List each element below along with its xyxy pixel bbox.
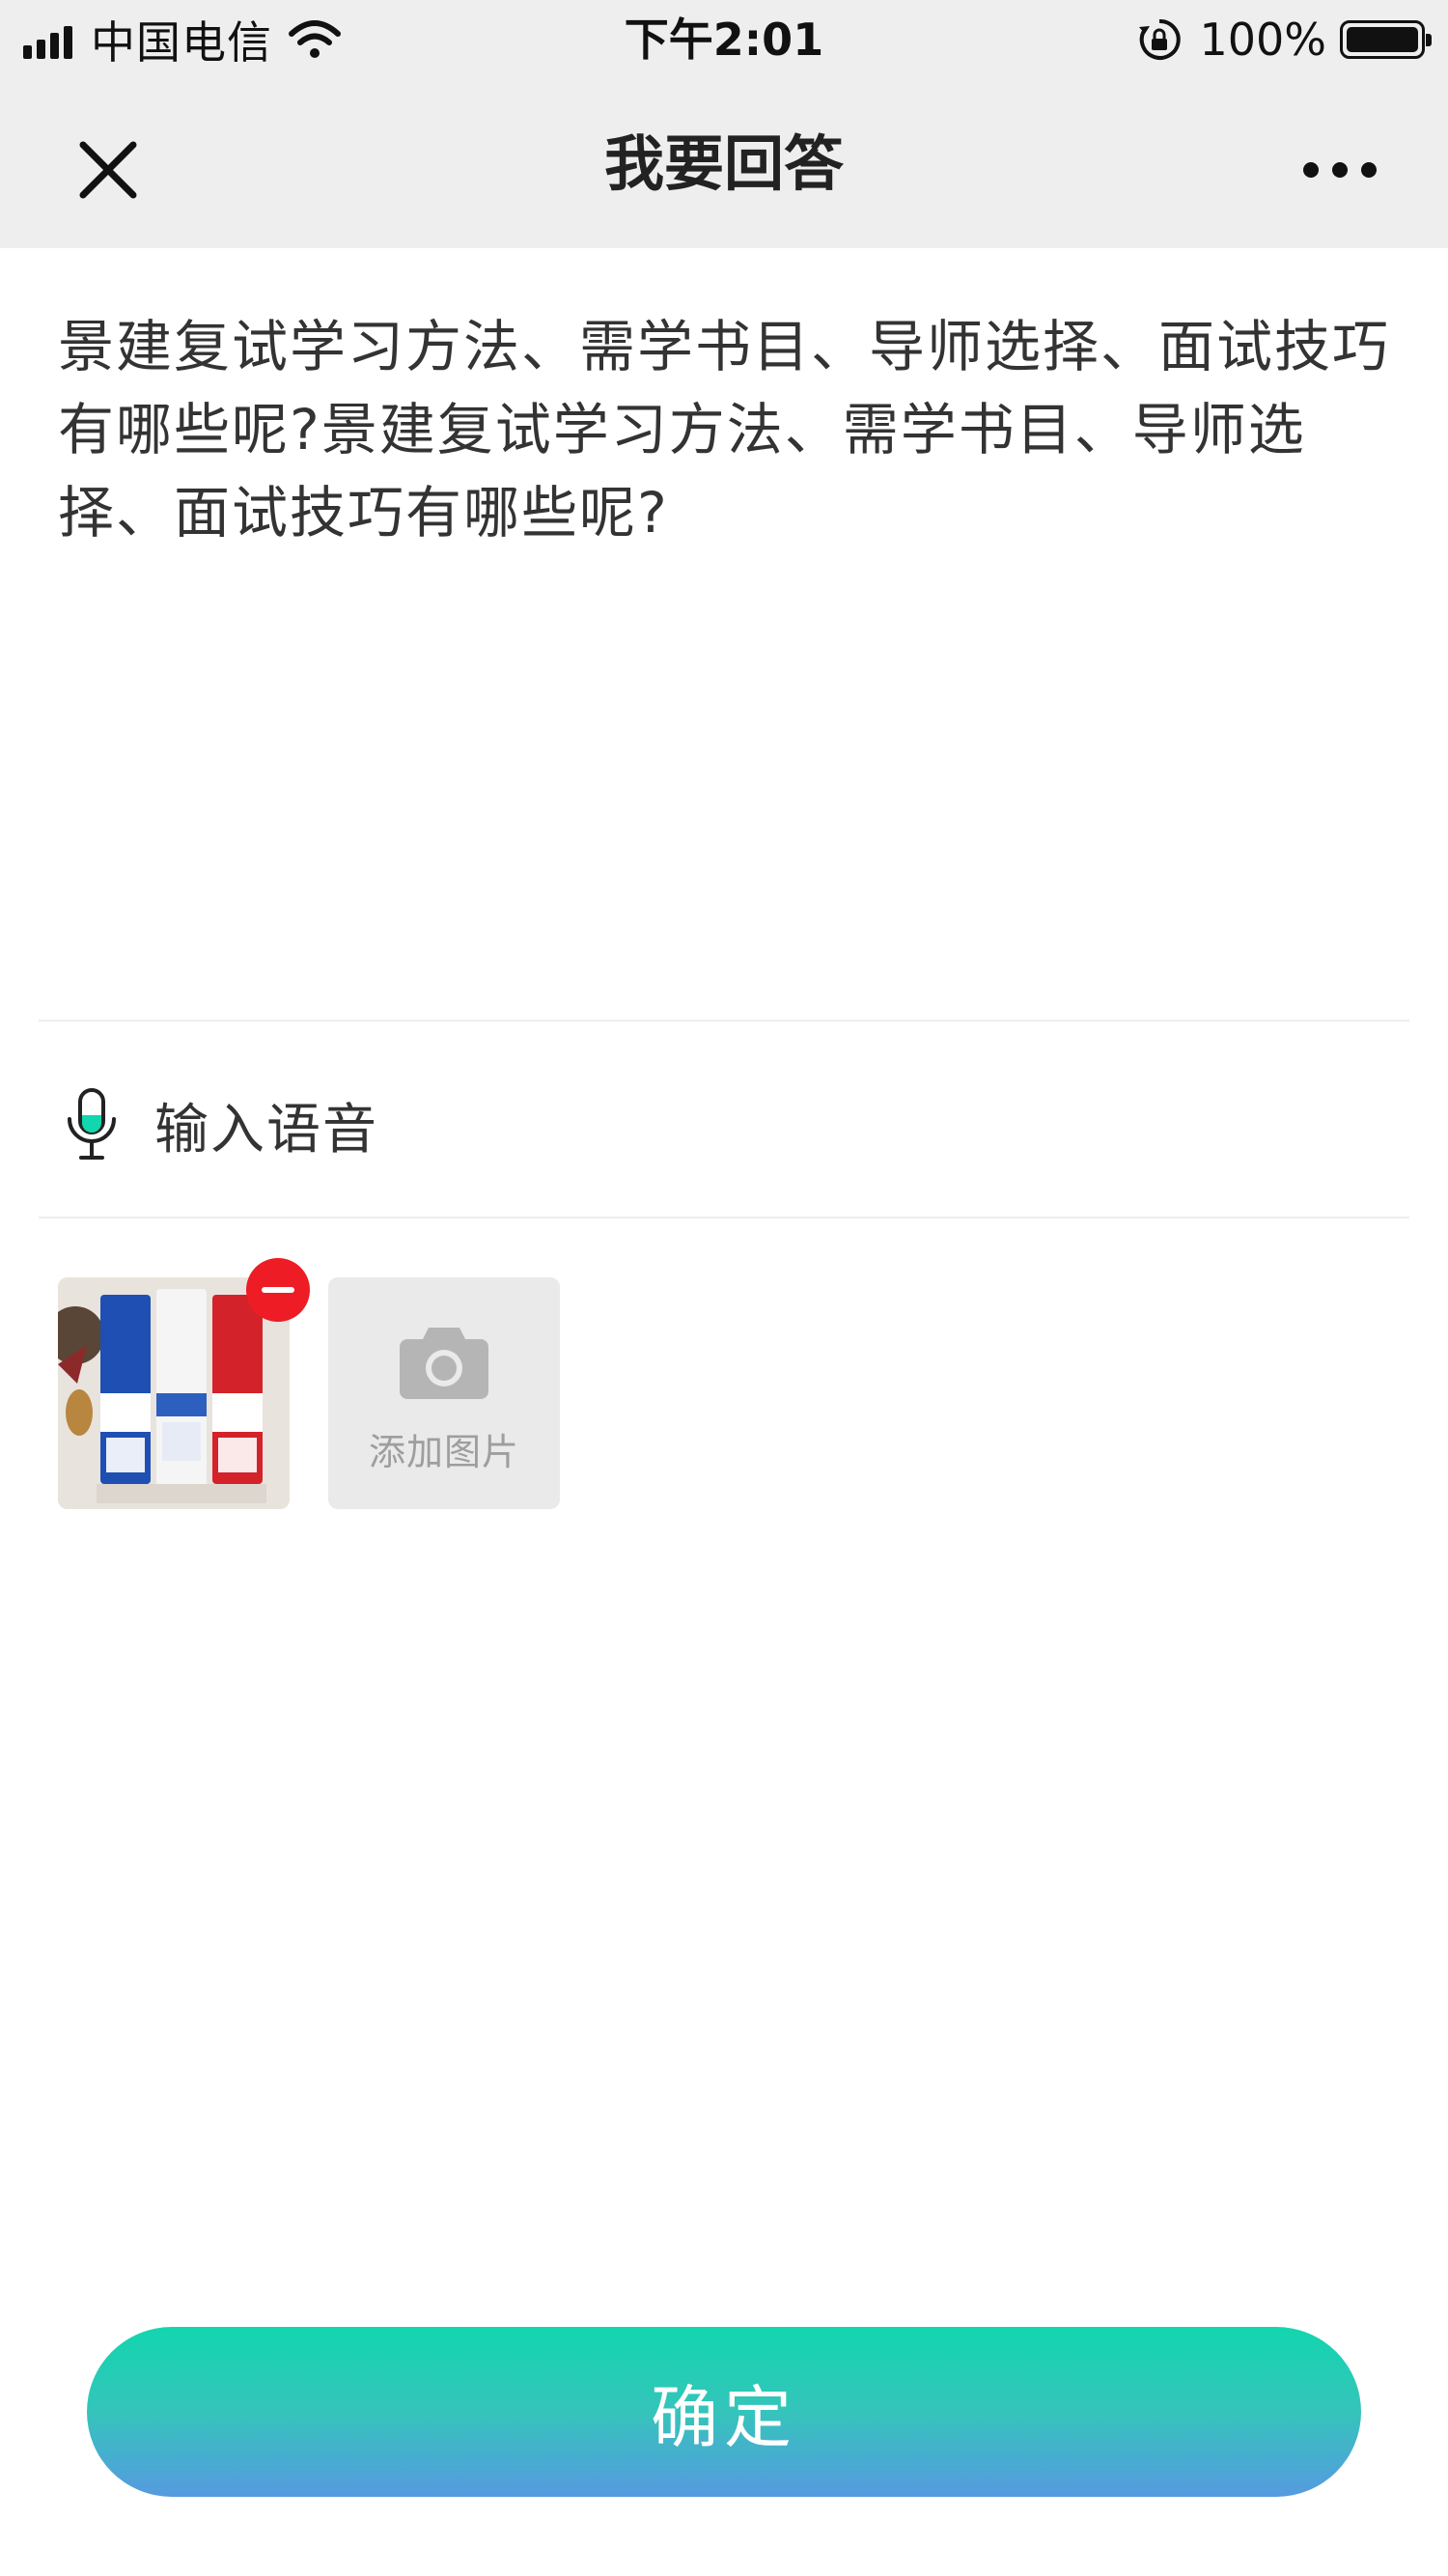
confirm-button[interactable]: 确定 — [87, 2327, 1361, 2497]
voice-input-button[interactable]: 输入语音 — [58, 1072, 378, 1178]
more-icon — [1296, 162, 1383, 178]
answer-text-area[interactable]: 景建复试学习方法、需学书目、导师选择、面试技巧有哪些呢?景建复试学习方法、需学书… — [58, 305, 1400, 554]
voice-input-label: 输入语音 — [154, 1098, 378, 1162]
add-photo-label: 添加图片 — [368, 1431, 519, 1473]
status-bar: 中国电信 下午2:01 100% — [0, 0, 1448, 79]
microphone-icon — [68, 1088, 116, 1160]
battery-icon — [1340, 20, 1432, 59]
divider — [39, 1217, 1409, 1218]
remove-image-button[interactable] — [246, 1258, 310, 1322]
confirm-label: 确定 — [651, 2377, 797, 2457]
add-photo-button[interactable]: 添加图片 — [328, 1277, 560, 1509]
battery-percent: 100% — [1199, 14, 1326, 66]
page-title: 我要回答 — [603, 128, 844, 199]
status-right: 100% — [1137, 0, 1432, 79]
rotation-lock-icon — [1139, 18, 1182, 60]
divider — [39, 1020, 1409, 1022]
remove-icon — [262, 1287, 294, 1293]
nav-bar: 我要回答 — [0, 79, 1448, 248]
camera-icon — [400, 1328, 488, 1399]
more-button[interactable] — [1282, 135, 1398, 205]
